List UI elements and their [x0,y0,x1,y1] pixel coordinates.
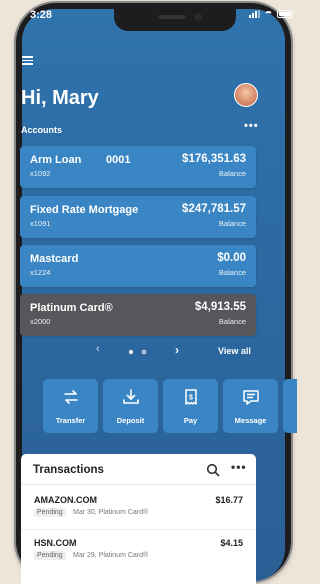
action-label: Pay [183,416,198,425]
deposit-button[interactable]: Deposit [103,379,158,433]
account-amount: $4,913.55 [194,301,246,313]
camera [194,13,202,21]
transfer-icon [43,387,98,407]
greeting: Hi, Mary [21,87,99,109]
transaction-row[interactable]: AMAZON.COM $16.77 Pending Mar 30, Platin… [21,490,256,530]
chevron-right-icon[interactable]: › [175,343,179,357]
action-label: Transfer [55,416,86,425]
accounts-more-button[interactable]: ••• [244,120,259,132]
account-number: x1092 [30,169,51,178]
account-name: Arm Loan [30,154,82,166]
action-label: Message [234,416,267,425]
transaction-merchant: HSN.COM [34,538,77,548]
balance-label: Balance [218,169,246,178]
account-card-platinum[interactable]: Platinum Card® x2000 $4,913.55 Balance [20,294,256,336]
account-card-arm-loan[interactable]: Arm Loan 0001 x1092 $176,351.63 Balance [20,146,256,188]
transactions-title: Transactions [33,464,104,476]
phone-notch [114,9,236,31]
account-code: 0001 [106,154,131,166]
balance-label: Balance [218,317,246,326]
pay-button[interactable]: $ Pay [163,379,218,433]
status-time: 3:28 [30,9,53,21]
status-badge: Pending [34,508,66,517]
deposit-icon [103,387,158,407]
transaction-detail: Mar 30, Platinum Card® [73,509,149,516]
signal-icon [249,10,260,18]
account-card-fixed-rate-mortgage[interactable]: Fixed Rate Mortgage x1091 $247,781.57 Ba… [20,196,256,238]
transaction-detail: Mar 29, Platinum Card® [73,552,149,559]
battery-icon [277,10,293,18]
balance-label: Balance [218,219,246,228]
account-number: x1224 [30,268,51,277]
account-name: Platinum Card® [30,302,113,314]
divider [21,529,256,530]
svg-text:$: $ [189,395,193,402]
search-icon[interactable] [206,463,220,482]
transaction-row[interactable]: HSN.COM $4.15 Pending Mar 29, Platinum C… [21,533,256,573]
transaction-amount: $4.15 [220,538,243,548]
account-amount: $176,351.63 [182,153,246,165]
pay-icon: $ [163,387,218,407]
wifi-icon [264,10,273,18]
page-dot[interactable] [142,350,146,354]
message-icon [223,387,278,407]
action-label: Deposit [116,416,145,425]
divider [21,484,256,485]
account-name: Mastcard [30,253,79,265]
chevron-left-icon[interactable]: ‹ [96,343,100,355]
account-number: x1091 [30,219,51,228]
more-actions-button[interactable] [283,379,297,433]
account-amount: $247,781.57 [182,203,246,215]
view-all-link[interactable]: View all [218,346,251,356]
avatar[interactable] [234,83,258,107]
balance-label: Balance [218,268,246,277]
transactions-more-button[interactable]: ••• [231,460,247,474]
menu-icon[interactable] [22,56,33,65]
account-card-mastcard[interactable]: Mastcard x1224 $0.00 Balance [20,245,256,287]
speaker [158,15,186,19]
account-name: Fixed Rate Mortgage [30,204,139,216]
message-button[interactable]: Message [223,379,278,433]
transaction-merchant: AMAZON.COM [34,495,97,505]
status-icons [249,10,293,18]
account-amount: $0.00 [217,252,246,264]
status-badge: Pending [34,551,66,560]
accounts-label: Accounts [21,125,63,135]
transaction-amount: $16.77 [215,495,243,505]
page-dot-active[interactable] [129,350,133,354]
account-number: x2000 [30,317,51,326]
transfer-button[interactable]: Transfer [43,379,98,433]
transactions-panel: Transactions ••• AMAZON.COM $16.77 Pendi… [21,454,256,584]
